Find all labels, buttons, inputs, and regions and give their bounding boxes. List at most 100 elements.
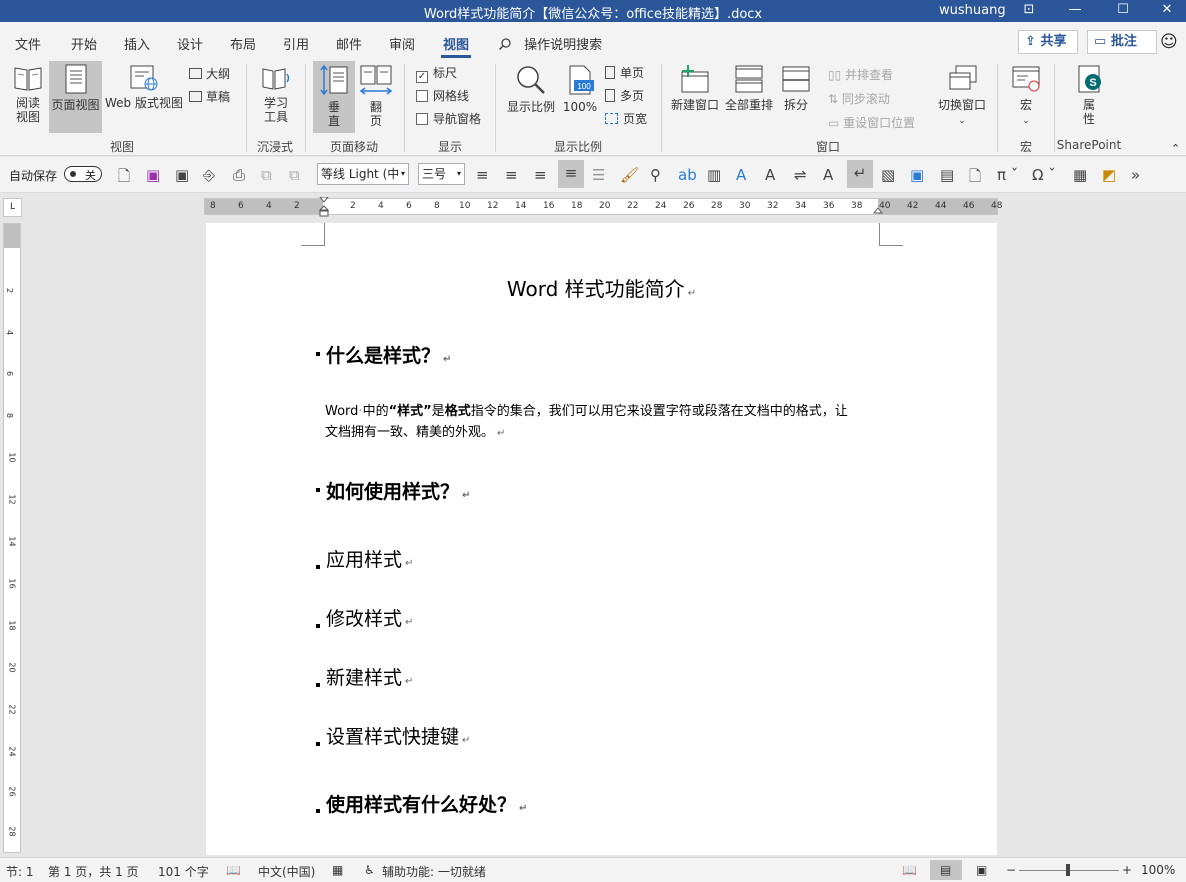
print-layout-button[interactable]: 页面视图	[49, 61, 102, 133]
properties-button[interactable]: S 属 性	[1068, 64, 1110, 126]
save-icon[interactable]: ▣	[146, 166, 160, 184]
comments-button[interactable]: ▭ 批注	[1087, 30, 1157, 54]
switch-windows-button[interactable]: 切换窗口 ⌄	[934, 64, 990, 128]
spelling-icon[interactable]: ab	[678, 166, 697, 184]
format-painter-icon[interactable]: 🖌	[620, 166, 639, 184]
one-page-button[interactable]: 单页	[605, 64, 644, 81]
word-count[interactable]: 101 个字	[158, 863, 209, 880]
more-commands-icon[interactable]: »	[1131, 166, 1140, 184]
arrange-all-button[interactable]: 全部重排	[723, 64, 775, 112]
outline-button[interactable]: 大纲	[189, 65, 230, 82]
reset-window-position-button[interactable]: ▭ 重设窗口位置	[828, 114, 915, 131]
section-indicator[interactable]: 节: 1	[6, 863, 34, 880]
image-icon[interactable]: ▧	[881, 166, 895, 184]
maximize-button[interactable]: ☐	[1106, 0, 1140, 22]
right-indent-marker-icon[interactable]	[873, 207, 883, 215]
tab-insert[interactable]: 插入	[124, 34, 150, 53]
horizontal-ruler[interactable]: 8 6 4 2 2 4 6 8 10 12 14 16 18 20 22 24 …	[204, 197, 1002, 217]
minimize-button[interactable]: —	[1058, 0, 1092, 22]
read-mode-view-icon[interactable]: 📖	[902, 863, 917, 877]
font-family-select[interactable]: 等线 Light (中 ▾	[317, 163, 409, 185]
page-setup-icon[interactable]: 🗋	[969, 166, 981, 191]
learning-tools-button[interactable]: 学习 工具	[254, 64, 298, 124]
paragraph-mark-icon[interactable]: ↵	[847, 160, 873, 188]
vertical-page-movement-button[interactable]: 垂 直	[313, 61, 355, 133]
share-button[interactable]: ⇪ 共享	[1018, 30, 1078, 54]
collapse-ribbon-icon[interactable]: ⌃	[1171, 142, 1180, 155]
zoom-button[interactable]: 显示比例	[505, 64, 557, 114]
font-color-icon[interactable]: A	[736, 166, 746, 184]
autosave-toggle[interactable]: 关	[64, 166, 102, 182]
styles-icon[interactable]: A	[823, 166, 833, 184]
gridlines-checkbox[interactable]: 网格线	[416, 87, 469, 104]
macro-record-icon[interactable]: ▦	[332, 863, 343, 877]
tab-design[interactable]: 设计	[177, 34, 203, 53]
split-button[interactable]: 拆分	[778, 64, 814, 112]
tab-references[interactable]: 引用	[283, 34, 309, 53]
combine-icon[interactable]: ⧉	[289, 166, 300, 184]
new-window-button[interactable]: 新建窗口	[668, 64, 722, 112]
line-spacing-icon[interactable]: ⇌	[794, 166, 807, 184]
web-layout-button[interactable]: Web 版式视图	[103, 64, 185, 110]
page-width-button[interactable]: 页宽	[605, 110, 647, 127]
compare-icon[interactable]: ⧉	[261, 166, 272, 184]
text-frame-icon[interactable]: ▣	[910, 166, 924, 184]
distributed-icon[interactable]: ☰	[592, 166, 605, 184]
align-right-icon[interactable]: ≡	[534, 166, 547, 184]
print-preview-icon[interactable]: ⎙	[233, 166, 245, 184]
view-side-by-side-button[interactable]: ▯▯ 并排查看	[828, 66, 893, 83]
accessibility-status[interactable]: 辅助功能: 一切就绪	[382, 863, 486, 880]
macros-button[interactable]: 宏 ⌄	[1005, 64, 1047, 128]
feedback-smiley-icon[interactable]: ☺	[1160, 32, 1178, 52]
justify-icon[interactable]: ≡	[558, 160, 584, 188]
tab-file[interactable]: 文件	[15, 34, 41, 53]
ribbon-display-button[interactable]: ⊡	[1012, 0, 1046, 22]
tell-me-search[interactable]: 操作说明搜索	[498, 34, 602, 53]
side-to-side-button[interactable]: 翻 页	[357, 64, 395, 128]
indent-marker-icon[interactable]	[319, 197, 329, 217]
zoom-100-button[interactable]: 100 100%	[561, 64, 599, 114]
ruler-checkbox[interactable]: ✓ 标尺	[416, 64, 457, 83]
tab-review[interactable]: 审阅	[389, 34, 415, 53]
find-icon[interactable]: ⚲	[650, 166, 661, 184]
shapes-icon[interactable]: ◩	[1102, 166, 1116, 184]
align-left-icon[interactable]: ≡	[476, 166, 489, 184]
page-number-indicator[interactable]: 第 1 页，共 1 页	[48, 863, 139, 880]
tab-selector[interactable]: L	[3, 198, 22, 217]
tab-view[interactable]: 视图	[443, 34, 469, 53]
align-center-icon[interactable]: ≡	[505, 166, 518, 184]
read-mode-button[interactable]: 阅读 视图	[8, 64, 48, 124]
text-box-icon[interactable]: ▥	[707, 166, 721, 184]
learning-tools-label-2: 工具	[263, 110, 288, 124]
header-icon[interactable]: ▤	[940, 166, 954, 184]
sync-scroll-button[interactable]: ⇅ 同步滚动	[828, 90, 890, 107]
table-icon[interactable]: ▦	[1073, 166, 1087, 184]
accessibility-icon[interactable]: ♿	[364, 863, 375, 877]
equation-icon[interactable]: π ˇ	[997, 166, 1018, 184]
multiple-pages-button[interactable]: 多页	[605, 87, 644, 104]
zoom-level[interactable]: 100%	[1141, 863, 1175, 877]
print-layout-view-icon[interactable]: ▤	[940, 863, 951, 877]
document-page[interactable]: Word 样式功能简介 ↵ 什么是样式？ ↵ Word·中的“样式”是格式指令的集合…	[206, 223, 997, 855]
font-size-select[interactable]: 三号 ▾	[418, 163, 465, 185]
vertical-ruler[interactable]: 2 4 6 8 10 12 14 16 18 20 22 24 26 28	[3, 223, 21, 853]
clear-format-icon[interactable]: A	[765, 166, 775, 184]
tab-layout[interactable]: 布局	[230, 34, 256, 53]
zoom-out-icon[interactable]: −	[1006, 863, 1016, 877]
zoom-slider-thumb[interactable]	[1066, 864, 1070, 876]
group-label-window: 窗口	[815, 140, 840, 154]
close-button[interactable]: ✕	[1150, 0, 1184, 22]
nav-pane-checkbox[interactable]: 导航窗格	[416, 110, 481, 127]
tab-mailings[interactable]: 邮件	[336, 34, 362, 53]
open-folder-icon[interactable]: ⎆	[203, 166, 215, 184]
new-document-icon[interactable]: 🗋	[118, 166, 130, 191]
zoom-in-icon[interactable]: +	[1122, 863, 1132, 877]
tab-home[interactable]: 开始	[71, 34, 97, 53]
proofing-icon[interactable]: 📖	[226, 863, 241, 877]
user-name[interactable]: wushuang	[939, 3, 1006, 18]
language-indicator[interactable]: 中文(中国)	[258, 863, 315, 880]
draft-button[interactable]: 草稿	[189, 88, 230, 105]
symbol-icon[interactable]: Ω ˇ	[1032, 166, 1056, 184]
web-layout-view-icon[interactable]: ▣	[976, 863, 987, 877]
save-as-icon[interactable]: ▣	[175, 166, 189, 184]
